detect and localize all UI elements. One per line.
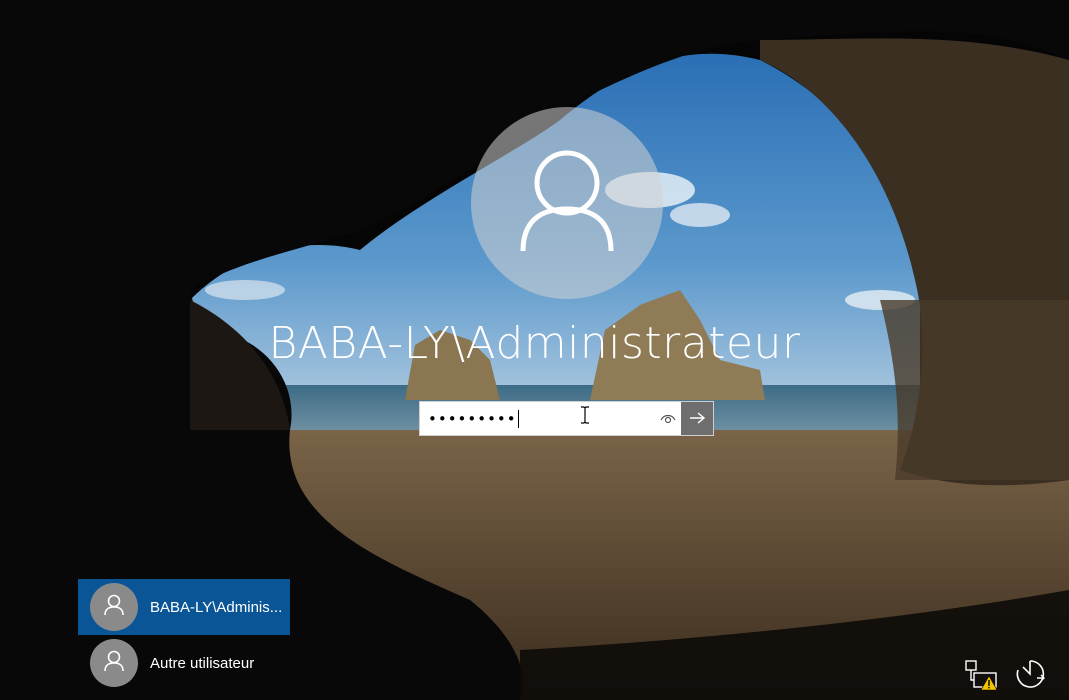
submit-button[interactable] [681,402,713,435]
text-caret [517,409,519,428]
password-field[interactable]: ••••••••• [419,401,714,436]
user-list-item-other-user[interactable]: Autre utilisateur [78,635,290,691]
user-silhouette-icon [104,594,124,620]
arrow-right-icon [689,409,706,428]
user-list-item-label: Autre utilisateur [150,654,255,672]
password-dots: ••••••••• [428,409,517,428]
user-silhouette-icon [104,650,124,676]
user-list-item-label: BABA-LY\Adminis... [150,598,283,616]
eye-icon[interactable] [658,410,678,428]
password-input[interactable]: ••••••••• [428,402,658,435]
ibeam-cursor-icon [580,406,590,428]
user-switcher-list: BABA-LY\Adminis... Autre utilisateur [78,579,290,691]
avatar [90,583,138,631]
user-silhouette-icon [519,149,615,257]
user-avatar [471,107,663,299]
avatar [90,639,138,687]
ease-of-access-power-icon[interactable] [1013,658,1047,694]
network-warning-icon[interactable] [964,658,1000,696]
username-heading: BABA-LY\Administrateur [268,318,801,369]
user-list-item-administrateur[interactable]: BABA-LY\Adminis... [78,579,290,635]
